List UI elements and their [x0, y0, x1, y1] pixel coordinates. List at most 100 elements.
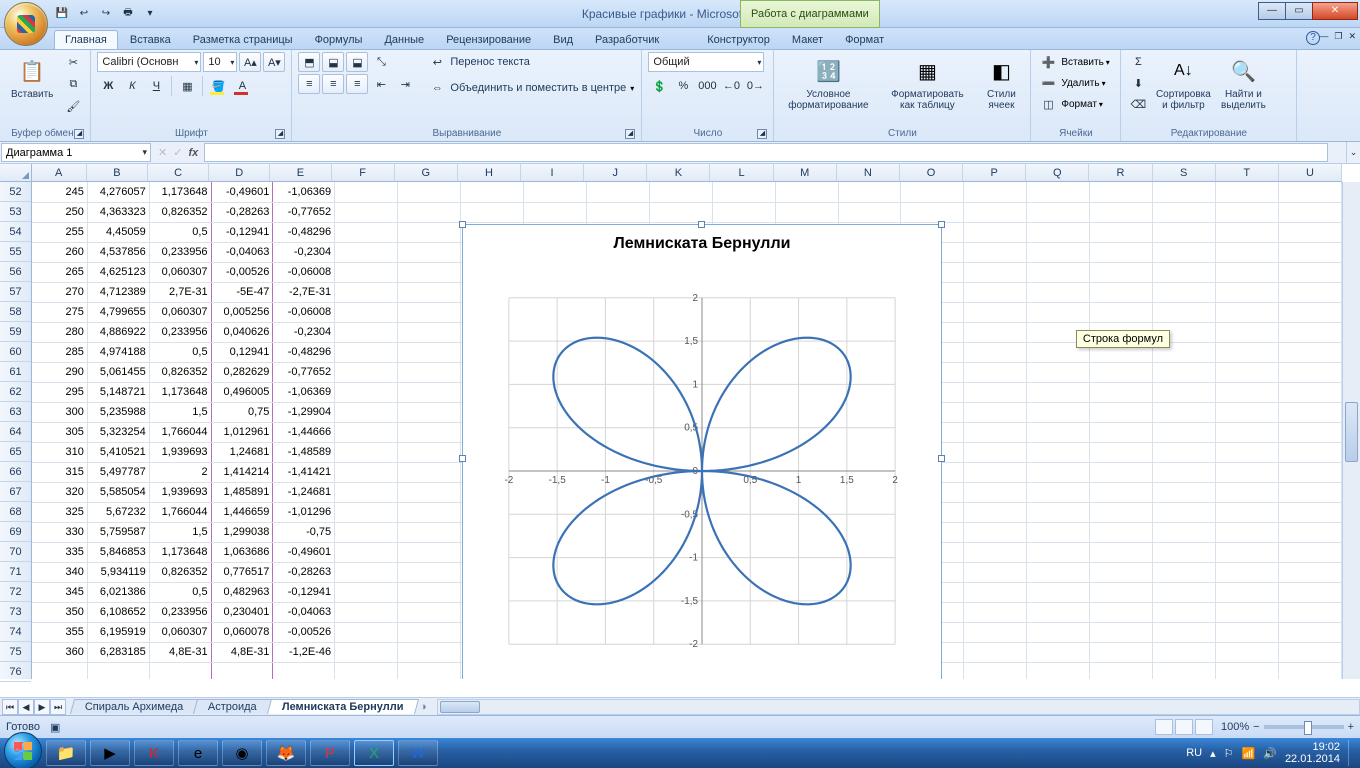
task-ie[interactable]: e	[178, 740, 218, 766]
cell[interactable]	[964, 422, 1027, 442]
cell[interactable]	[398, 302, 461, 322]
cell[interactable]	[1090, 202, 1153, 222]
cell[interactable]	[964, 582, 1027, 602]
column-header[interactable]: B	[87, 164, 148, 181]
cell[interactable]	[1216, 262, 1279, 282]
row-header[interactable]: 70	[0, 542, 31, 562]
cell[interactable]: 5,497787	[87, 462, 149, 482]
cell[interactable]	[1027, 402, 1090, 422]
cell[interactable]	[1279, 582, 1342, 602]
cell[interactable]	[335, 362, 398, 382]
tab-view[interactable]: Вид	[543, 31, 583, 49]
cell[interactable]	[149, 662, 211, 679]
cell[interactable]: -0,2304	[273, 242, 335, 262]
cell[interactable]	[964, 622, 1027, 642]
cell[interactable]	[1027, 202, 1090, 222]
currency-icon[interactable]: 💲	[648, 76, 670, 96]
cell[interactable]	[335, 602, 398, 622]
cell[interactable]	[964, 502, 1027, 522]
row-header[interactable]: 69	[0, 522, 31, 542]
cell[interactable]	[398, 622, 461, 642]
row-headers[interactable]: 5253545556575859606162636465666768697071…	[0, 182, 32, 679]
column-header[interactable]: G	[395, 164, 458, 181]
cell[interactable]	[1027, 542, 1090, 562]
font-launcher[interactable]: ◢	[275, 129, 285, 139]
task-kaspersky[interactable]: K	[134, 740, 174, 766]
cell[interactable]: 0,826352	[149, 202, 211, 222]
cell[interactable]: 290	[32, 362, 87, 382]
align-right-icon[interactable]: ≡	[346, 74, 368, 94]
cell[interactable]	[1153, 482, 1216, 502]
tab-formulas[interactable]: Формулы	[305, 31, 373, 49]
new-sheet-icon[interactable]: ◑	[420, 701, 427, 713]
clear-icon[interactable]: ⌫	[1127, 94, 1149, 114]
view-page-break-icon[interactable]	[1195, 719, 1213, 735]
column-header[interactable]: R	[1089, 164, 1152, 181]
cell[interactable]	[838, 202, 901, 222]
cut-icon[interactable]: ✂	[62, 52, 84, 72]
column-header[interactable]: T	[1216, 164, 1279, 181]
font-size-combo[interactable]: 10	[203, 52, 237, 72]
column-header[interactable]: H	[458, 164, 521, 181]
row-header[interactable]: 74	[0, 622, 31, 642]
cell[interactable]	[335, 482, 398, 502]
cell[interactable]	[1027, 262, 1090, 282]
cell[interactable]: 1,5	[149, 402, 211, 422]
row-header[interactable]: 55	[0, 242, 31, 262]
cell[interactable]	[335, 462, 398, 482]
name-box[interactable]: Диаграмма 1	[1, 143, 151, 162]
find-select-button[interactable]: 🔍Найти и выделить	[1217, 52, 1269, 114]
cell[interactable]: 6,021386	[87, 582, 149, 602]
cell[interactable]	[211, 662, 273, 679]
cell[interactable]	[1153, 302, 1216, 322]
cell[interactable]: 1,939693	[149, 442, 211, 462]
cell[interactable]	[398, 542, 461, 562]
format-cells-button[interactable]: ◫Формат▾	[1037, 94, 1103, 114]
tray-flag-icon[interactable]: ⚐	[1224, 747, 1234, 760]
cell[interactable]: -0,04063	[211, 242, 273, 262]
sheet-tab[interactable]: Лемниската Бернулли	[267, 699, 419, 714]
cell[interactable]	[1279, 422, 1342, 442]
cell[interactable]	[1216, 382, 1279, 402]
cell[interactable]: 345	[32, 582, 87, 602]
row-header[interactable]: 66	[0, 462, 31, 482]
cell[interactable]	[1279, 602, 1342, 622]
cell[interactable]	[335, 202, 398, 222]
mdi-minimize[interactable]: —	[1319, 31, 1328, 42]
cell[interactable]	[1153, 362, 1216, 382]
cell[interactable]	[1279, 202, 1342, 222]
cell[interactable]: 0,060307	[149, 262, 211, 282]
cell[interactable]	[398, 522, 461, 542]
cell[interactable]	[335, 262, 398, 282]
cell[interactable]	[1027, 382, 1090, 402]
cell[interactable]	[398, 642, 461, 662]
cell[interactable]	[1090, 582, 1153, 602]
tab-review[interactable]: Рецензирование	[436, 31, 541, 49]
cell[interactable]: -0,04063	[273, 602, 335, 622]
cell[interactable]	[1279, 282, 1342, 302]
save-icon[interactable]: 💾	[54, 6, 70, 22]
cell[interactable]	[901, 182, 964, 202]
cell[interactable]	[1279, 622, 1342, 642]
close-button[interactable]: ✕	[1312, 2, 1358, 20]
delete-cells-button[interactable]: ➖Удалить▾	[1037, 73, 1105, 93]
fill-color-icon[interactable]: 🪣	[207, 76, 229, 96]
cell[interactable]: -1,06369	[273, 182, 335, 202]
cell[interactable]	[335, 562, 398, 582]
cell[interactable]	[964, 642, 1027, 662]
cell[interactable]	[901, 202, 964, 222]
row-header[interactable]: 54	[0, 222, 31, 242]
cell[interactable]: 0,005256	[211, 302, 273, 322]
cell[interactable]: 5,759587	[87, 522, 149, 542]
cell[interactable]	[964, 382, 1027, 402]
cell[interactable]	[1153, 382, 1216, 402]
cell[interactable]	[1090, 362, 1153, 382]
increase-decimal-icon[interactable]: 0→	[744, 76, 766, 96]
cell[interactable]: 6,108652	[87, 602, 149, 622]
cell[interactable]	[1279, 442, 1342, 462]
cell[interactable]: 275	[32, 302, 87, 322]
row-header[interactable]: 75	[0, 642, 31, 662]
cell[interactable]: 4,799655	[87, 302, 149, 322]
vertical-scrollbar[interactable]	[1342, 182, 1360, 679]
chart-object[interactable]: Лемниската Бернулли -2-1,5-1-0,50,511,52…	[462, 224, 942, 679]
